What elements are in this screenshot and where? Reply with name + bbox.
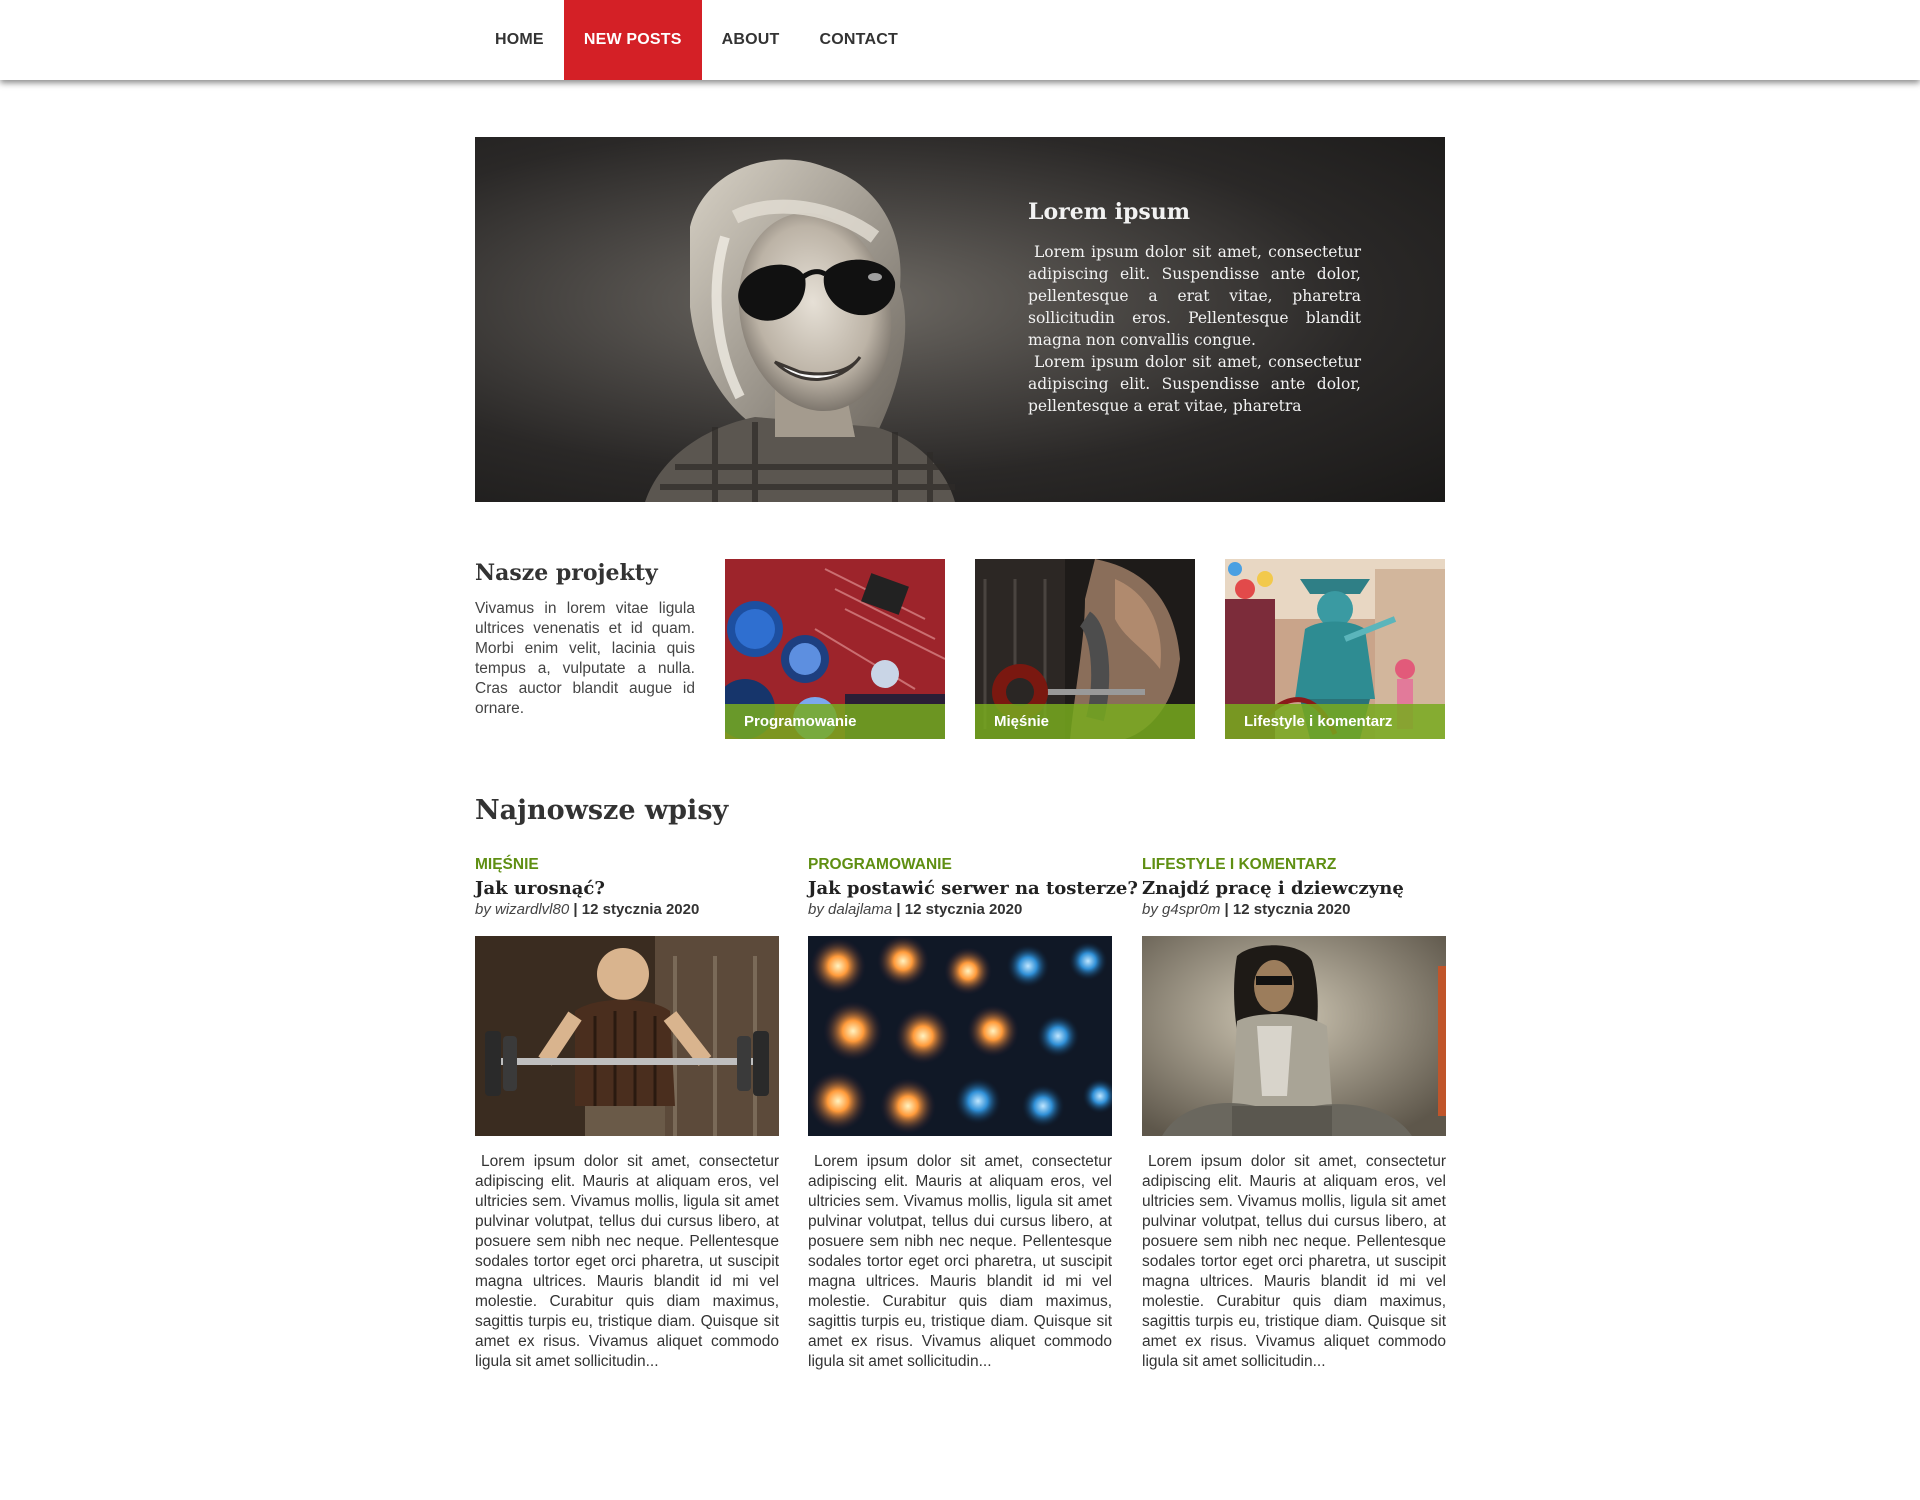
post-date: | 12 stycznia 2020	[1224, 901, 1351, 918]
post-excerpt: Lorem ipsum dolor sit amet, consectetur …	[1142, 1153, 1446, 1370]
server-lights-image	[808, 936, 1112, 1136]
projects-title: Nasze projekty	[475, 560, 658, 586]
post-category-link[interactable]: LIFESTYLE I KOMENTARZ	[1142, 855, 1446, 875]
top-navigation-bar: HOME NEW POSTS ABOUT CONTACT	[0, 0, 1920, 80]
post-author: by g4spr0m	[1142, 901, 1221, 918]
nav-item-new-posts[interactable]: NEW POSTS	[563, 0, 702, 80]
post-image[interactable]	[1142, 936, 1446, 1136]
post-card: LIFESTYLE I KOMENTARZ Znajdź pracę i dzi…	[1142, 855, 1446, 1372]
project-tile-label: Lifestyle i komentarz	[1225, 704, 1445, 739]
hero-title: Lorem ipsum	[1028, 199, 1191, 225]
main-nav: HOME NEW POSTS ABOUT CONTACT	[475, 0, 918, 80]
project-tile-lifestyle[interactable]: Lifestyle i komentarz	[1225, 559, 1445, 739]
post-category-link[interactable]: PROGRAMOWANIE	[808, 855, 1112, 875]
project-tile-label: Programowanie	[725, 704, 945, 739]
post-excerpt: Lorem ipsum dolor sit amet, consectetur …	[475, 1153, 779, 1370]
post-excerpt: Lorem ipsum dolor sit amet, consectetur …	[808, 1153, 1112, 1370]
post-category-link[interactable]: MIĘŚNIE	[475, 855, 779, 875]
post-title-link[interactable]: Znajdź pracę i dziewczynę	[1142, 878, 1446, 900]
post-author: by wizardlvl80	[475, 901, 570, 918]
post-author: by dalajlama	[808, 901, 893, 918]
post-meta: by dalajlama | 12 stycznia 2020	[808, 900, 1112, 920]
post-title-link[interactable]: Jak urosnąć?	[475, 878, 779, 900]
post-date: | 12 stycznia 2020	[573, 901, 700, 918]
post-title-link[interactable]: Jak postawić serwer na tosterze?	[808, 878, 1138, 900]
post-card: MIĘŚNIE Jak urosnąć? by wizardlvl80 | 12…	[475, 855, 779, 1372]
post-card: PROGRAMOWANIE Jak postawić serwer na tos…	[808, 855, 1138, 1372]
post-meta: by g4spr0m | 12 stycznia 2020	[1142, 900, 1446, 920]
nav-item-about[interactable]: ABOUT	[702, 0, 800, 80]
latest-posts-title: Najnowsze wpisy	[475, 795, 729, 826]
post-meta: by wizardlvl80 | 12 stycznia 2020	[475, 900, 779, 920]
nav-item-contact[interactable]: CONTACT	[800, 0, 918, 80]
projects-intro: Nasze projekty Vivamus in lorem vitae li…	[475, 560, 695, 719]
hero-paragraph: Lorem ipsum dolor sit amet, consectetur …	[1028, 353, 1361, 415]
nav-item-home[interactable]: HOME	[475, 0, 564, 80]
post-image[interactable]	[475, 936, 779, 1136]
project-tile-muscles[interactable]: Mięśnie	[975, 559, 1195, 739]
project-tile-label: Mięśnie	[975, 704, 1195, 739]
weightlifter-image	[475, 936, 779, 1136]
hero-paragraph: Lorem ipsum dolor sit amet, consectetur …	[1028, 243, 1361, 349]
sitting-man-image	[1142, 936, 1446, 1136]
project-tile-programming[interactable]: Programowanie	[725, 559, 945, 739]
post-image[interactable]	[808, 936, 1112, 1136]
post-date: | 12 stycznia 2020	[896, 901, 1023, 918]
hero-text-block: Lorem ipsum Lorem ipsum dolor sit amet, …	[1028, 199, 1361, 417]
projects-description: Vivamus in lorem vitae ligula ultrices v…	[475, 600, 695, 717]
hero-banner: Lorem ipsum Lorem ipsum dolor sit amet, …	[475, 137, 1445, 502]
